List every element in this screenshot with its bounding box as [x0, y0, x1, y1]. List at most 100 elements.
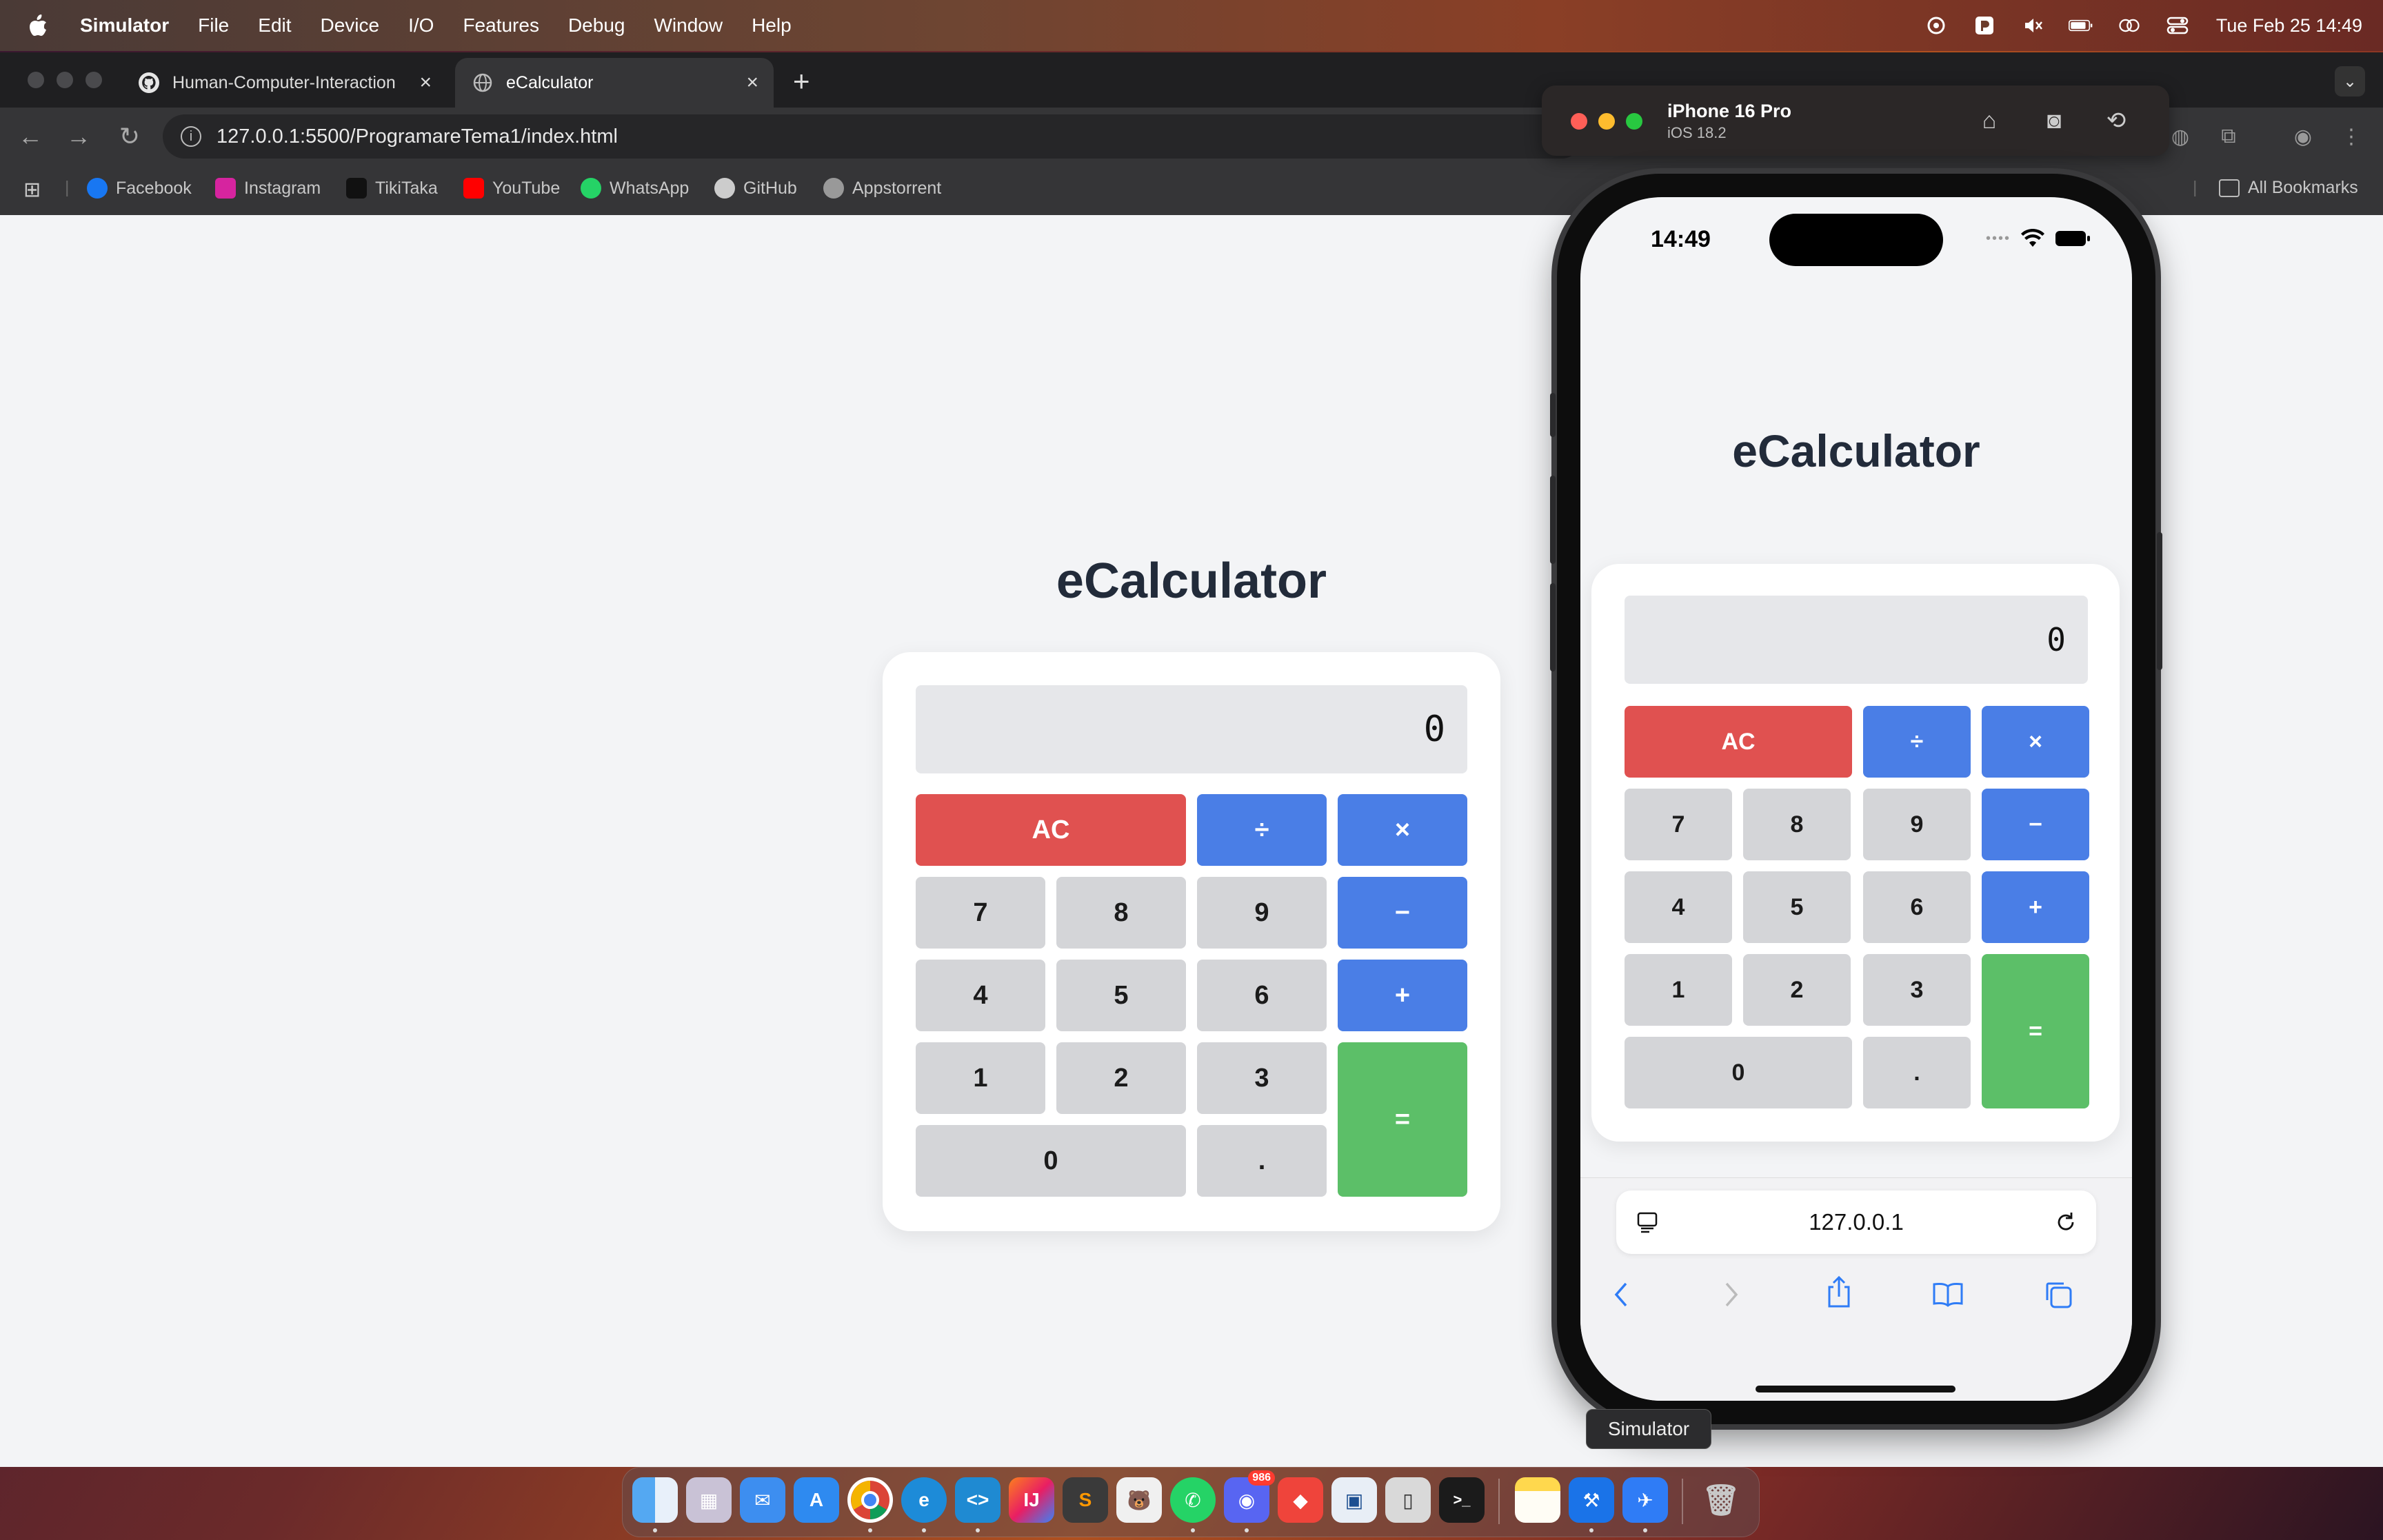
close-tab-icon[interactable]: ×: [419, 71, 432, 94]
ipsw-icon[interactable]: ▯: [1385, 1477, 1431, 1523]
mobile-clear-button[interactable]: AC: [1625, 706, 1852, 778]
window-close-button[interactable]: [28, 72, 44, 88]
mobile-digit-2-button[interactable]: 2: [1743, 954, 1851, 1026]
home-indicator[interactable]: [1756, 1386, 1955, 1392]
close-tab-icon[interactable]: ×: [746, 71, 758, 94]
simulator-close-button[interactable]: [1571, 113, 1587, 130]
parallels-icon[interactable]: [1972, 15, 1997, 36]
safari-address-bar[interactable]: 127.0.0.1: [1616, 1191, 2096, 1254]
app-store-icon[interactable]: A: [794, 1477, 839, 1523]
anydesk-icon[interactable]: ◆: [1278, 1477, 1323, 1523]
trash-icon[interactable]: 🗑: [1698, 1477, 1744, 1523]
back-arrow-icon[interactable]: ←: [14, 120, 47, 153]
mobile-equals-button[interactable]: =: [1982, 954, 2089, 1108]
launchpad-icon[interactable]: ▦: [686, 1477, 732, 1523]
menu-device[interactable]: Device: [321, 14, 380, 37]
digit-2-button[interactable]: 2: [1056, 1042, 1186, 1114]
menubar-clock[interactable]: Tue Feb 25 14:49: [2216, 15, 2362, 37]
digit-7-button[interactable]: 7: [916, 877, 1045, 949]
digit-5-button[interactable]: 5: [1056, 960, 1186, 1031]
reload-icon[interactable]: ↻: [113, 120, 146, 153]
menu-features[interactable]: Features: [463, 14, 539, 37]
forward-arrow-icon[interactable]: →: [62, 120, 95, 153]
menu-app-name[interactable]: Simulator: [80, 14, 169, 37]
extensions-puzzle-icon[interactable]: ⧉: [2213, 121, 2244, 152]
safari-reload-icon[interactable]: [2053, 1210, 2078, 1235]
new-tab-button[interactable]: +: [793, 65, 810, 98]
simulator-icon[interactable]: ✈: [1622, 1477, 1668, 1523]
menu-edit[interactable]: Edit: [258, 14, 291, 37]
digit-0-button[interactable]: 0: [916, 1125, 1186, 1197]
bookmark-tikitaka[interactable]: TikiTaka: [346, 178, 438, 199]
mobile-digit-0-button[interactable]: 0: [1625, 1037, 1852, 1108]
finder-icon[interactable]: [632, 1477, 678, 1523]
safari-url-text[interactable]: 127.0.0.1: [1809, 1209, 1904, 1235]
bookmark-whatsapp[interactable]: WhatsApp: [581, 178, 689, 199]
mobile-digit-7-button[interactable]: 7: [1625, 789, 1732, 860]
chatgpt-icon[interactable]: [1924, 15, 1949, 36]
mute-icon[interactable]: [2020, 15, 2045, 36]
mail-icon[interactable]: ✉: [740, 1477, 785, 1523]
chrome-icon[interactable]: [847, 1477, 893, 1523]
tab-ecalculator[interactable]: eCalculator ×: [455, 58, 774, 108]
whatsapp-icon[interactable]: ✆: [1170, 1477, 1216, 1523]
digit-8-button[interactable]: 8: [1056, 877, 1186, 949]
subtract-button[interactable]: −: [1338, 877, 1467, 949]
apps-grid-icon[interactable]: ⊞: [23, 178, 41, 202]
digit-4-button[interactable]: 4: [916, 960, 1045, 1031]
safari-back-icon[interactable]: [1604, 1277, 1638, 1312]
mobile-digit-8-button[interactable]: 8: [1743, 789, 1851, 860]
bear-icon[interactable]: 🐻: [1116, 1477, 1162, 1523]
digit-1-button[interactable]: 1: [916, 1042, 1045, 1114]
tab-human-computer-interaction[interactable]: Human-Computer-Interaction ×: [121, 58, 447, 108]
simulator-minimize-button[interactable]: [1598, 113, 1615, 130]
xcode-icon[interactable]: ⚒: [1569, 1477, 1614, 1523]
mobile-subtract-button[interactable]: −: [1982, 789, 2089, 860]
divide-button[interactable]: ÷: [1197, 794, 1327, 866]
battery-icon[interactable]: [2068, 15, 2093, 36]
mobile-add-button[interactable]: +: [1982, 871, 2089, 943]
add-button[interactable]: +: [1338, 960, 1467, 1031]
mobile-divide-button[interactable]: ÷: [1863, 706, 1971, 778]
notes-icon[interactable]: [1515, 1477, 1560, 1523]
site-info-icon[interactable]: i: [181, 126, 201, 147]
mobile-digit-5-button[interactable]: 5: [1743, 871, 1851, 943]
intellij-icon[interactable]: IJ: [1009, 1477, 1054, 1523]
mobile-digit-6-button[interactable]: 6: [1863, 871, 1971, 943]
mobile-digit-1-button[interactable]: 1: [1625, 954, 1732, 1026]
rotate-icon[interactable]: ⟲: [2100, 105, 2132, 136]
bookmark-appstorrent[interactable]: Appstorrent: [823, 178, 941, 199]
bookmark-instagram[interactable]: Instagram: [215, 178, 321, 199]
terminal-icon[interactable]: >_: [1439, 1477, 1485, 1523]
safari-forward-icon[interactable]: [1714, 1277, 1749, 1312]
decimal-button[interactable]: .: [1197, 1125, 1327, 1197]
volume-down-button[interactable]: [1550, 583, 1556, 671]
home-icon[interactable]: ⌂: [1973, 105, 2005, 136]
extension-icon[interactable]: ◍: [2165, 121, 2195, 152]
tab-search-chevron-icon[interactable]: ⌄: [2335, 66, 2365, 97]
mobile-digit-3-button[interactable]: 3: [1863, 954, 1971, 1026]
digit-6-button[interactable]: 6: [1197, 960, 1327, 1031]
sublime-icon[interactable]: S: [1063, 1477, 1108, 1523]
menu-io[interactable]: I/O: [408, 14, 434, 37]
multiply-button[interactable]: ×: [1338, 794, 1467, 866]
apple-icon[interactable]: [28, 14, 48, 37]
bookmark-github[interactable]: GitHub: [714, 178, 797, 199]
menu-help[interactable]: Help: [752, 14, 792, 37]
profile-avatar-icon[interactable]: ◉: [2288, 121, 2318, 152]
simulator-zoom-button[interactable]: [1626, 113, 1642, 130]
window-zoom-button[interactable]: [86, 72, 102, 88]
edge-icon[interactable]: e: [901, 1477, 947, 1523]
safari-tabs-icon[interactable]: [2041, 1277, 2075, 1312]
power-button[interactable]: [2157, 532, 2162, 670]
reader-page-menu-icon[interactable]: [1634, 1209, 1660, 1235]
mobile-digit-9-button[interactable]: 9: [1863, 789, 1971, 860]
menu-debug[interactable]: Debug: [568, 14, 625, 37]
bookmark-facebook[interactable]: Facebook: [87, 178, 192, 199]
mobile-digit-4-button[interactable]: 4: [1625, 871, 1732, 943]
safari-bookmarks-icon[interactable]: [1931, 1277, 1965, 1312]
digit-3-button[interactable]: 3: [1197, 1042, 1327, 1114]
menu-file[interactable]: File: [198, 14, 229, 37]
screenshot-camera-icon[interactable]: ◙: [2038, 105, 2070, 136]
browser-menu-icon[interactable]: ⋮: [2336, 121, 2366, 152]
